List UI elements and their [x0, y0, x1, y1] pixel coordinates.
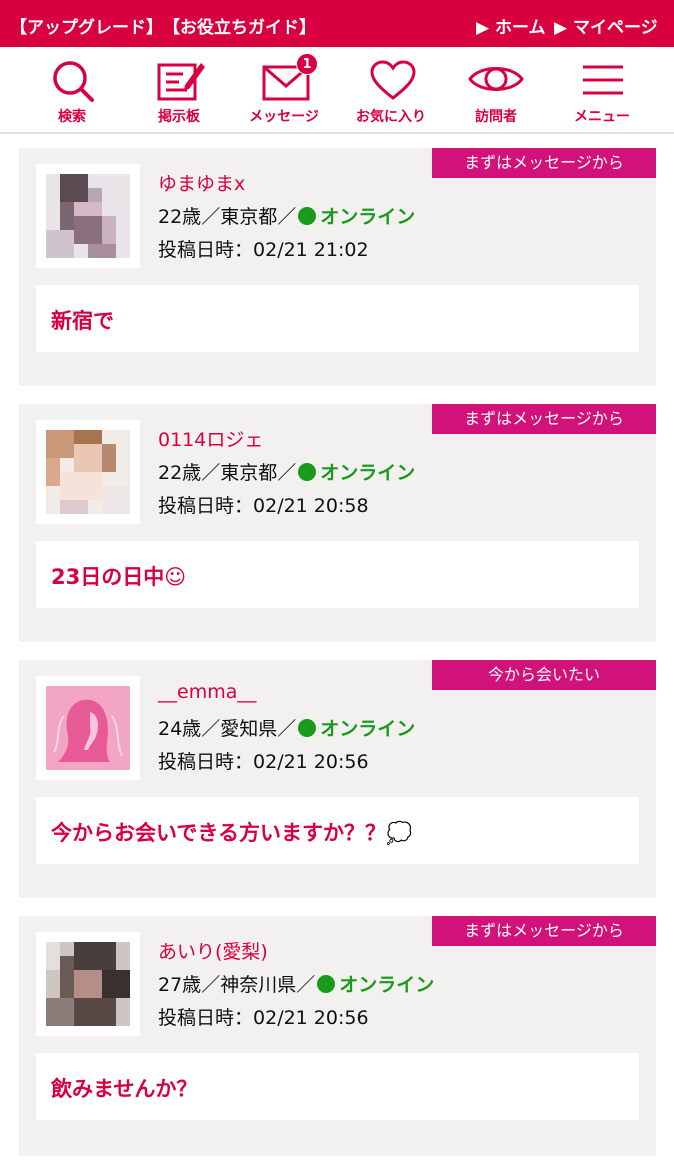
- age: 22歳: [158, 206, 202, 228]
- online-status: オンライン: [320, 206, 416, 228]
- profile-info: 22歳／東京都／ オンライン: [158, 206, 416, 228]
- icon-navigation: 検索 掲示板 1 メッセージ お気に入り 訪問者 メニュー: [0, 47, 674, 134]
- post-card[interactable]: まずはメッセージから ゆまゆまx 22歳／東京都／ オンライン 投稿日時：02/2…: [19, 148, 656, 386]
- posted-datetime: 投稿日時：02/21 20:56: [158, 747, 369, 774]
- nav-search-label: 検索: [58, 109, 86, 125]
- pixelated-avatar-image: [46, 942, 130, 1026]
- message-box[interactable]: 新宿で: [36, 285, 639, 352]
- avatar[interactable]: [36, 420, 140, 524]
- nav-board[interactable]: 掲示板: [129, 47, 229, 134]
- mypage-link[interactable]: ▶ マイページ: [554, 13, 658, 38]
- nav-visitors-label: 訪問者: [475, 109, 517, 125]
- online-status: オンライン: [339, 974, 435, 996]
- posted-time: 02/21 21:02: [253, 239, 369, 261]
- message-count-badge: 1: [296, 53, 318, 75]
- username-link[interactable]: __emma__: [158, 681, 256, 703]
- area: 神奈川県: [220, 974, 297, 996]
- profile-info: 27歳／神奈川県／ オンライン: [158, 974, 435, 996]
- post-tag: まずはメッセージから: [432, 916, 656, 946]
- nav-favorites[interactable]: お気に入り: [341, 47, 441, 134]
- post-card[interactable]: 今から会いたい __emma__ 24歳／愛知県／ オンライン 投稿日時：02/2…: [19, 660, 656, 898]
- board-edit-icon: [157, 63, 205, 101]
- nav-menu[interactable]: メニュー: [552, 47, 652, 134]
- posted-label: 投稿日時：: [158, 239, 254, 261]
- guide-link[interactable]: 【お役立ちガイド】: [163, 13, 316, 38]
- post-tag: まずはメッセージから: [432, 404, 656, 434]
- post-message: 新宿で: [51, 309, 114, 333]
- area: 愛知県: [220, 718, 278, 740]
- online-status: オンライン: [320, 462, 416, 484]
- message-box[interactable]: 今からお会いできる方いますか？？💭: [36, 797, 639, 864]
- nav-search[interactable]: 検索: [22, 47, 122, 134]
- post-message: 飲みませんか？: [51, 1077, 198, 1101]
- area: 東京都: [220, 206, 278, 228]
- message-box[interactable]: 飲みませんか？: [36, 1053, 639, 1120]
- posted-time: 02/21 20:58: [253, 495, 369, 517]
- avatar[interactable]: [36, 164, 140, 268]
- online-dot-icon: [298, 207, 317, 225]
- heart-icon: [370, 60, 416, 100]
- post-card[interactable]: まずはメッセージから 0114ロジェ 22歳／東京都／ オンライン 投稿日時：02…: [19, 404, 656, 642]
- age: 22歳: [158, 462, 202, 484]
- search-icon: [53, 61, 94, 102]
- posted-label: 投稿日時：: [158, 1007, 254, 1029]
- username-link[interactable]: あいり(愛梨): [158, 937, 268, 964]
- hamburger-menu-icon: [583, 65, 623, 95]
- avatar[interactable]: [36, 676, 140, 780]
- posted-label: 投稿日時：: [158, 495, 254, 517]
- home-link[interactable]: ▶ ホーム: [476, 13, 545, 38]
- pixelated-avatar-image: [46, 430, 130, 514]
- posted-datetime: 投稿日時：02/21 20:58: [158, 491, 369, 518]
- username-link[interactable]: ゆまゆまx: [158, 169, 245, 196]
- pixelated-avatar-image: [46, 174, 130, 258]
- profile-info: 24歳／愛知県／ オンライン: [158, 718, 416, 740]
- nav-favorites-label: お気に入り: [356, 109, 426, 125]
- message-box[interactable]: 23日の日中☺: [36, 541, 639, 608]
- default-female-avatar-icon: [46, 686, 130, 770]
- nav-message[interactable]: 1 メッセージ: [234, 47, 334, 134]
- post-tag: 今から会いたい: [432, 660, 656, 690]
- posted-datetime: 投稿日時：02/21 21:02: [158, 235, 369, 262]
- profile-info: 22歳／東京都／ オンライン: [158, 462, 416, 484]
- nav-visitors[interactable]: 訪問者: [446, 47, 546, 134]
- nav-board-label: 掲示板: [158, 109, 200, 125]
- posted-time: 02/21 20:56: [253, 751, 369, 773]
- online-dot-icon: [317, 975, 336, 993]
- area: 東京都: [220, 462, 278, 484]
- online-status: オンライン: [320, 718, 416, 740]
- posted-label: 投稿日時：: [158, 751, 254, 773]
- online-dot-icon: [298, 719, 317, 737]
- posted-datetime: 投稿日時：02/21 20:56: [158, 1003, 369, 1030]
- post-card[interactable]: まずはメッセージから あいり(愛梨) 27歳／神奈川県／ オンライン 投稿日時：0…: [19, 916, 656, 1156]
- post-message: 今からお会いできる方いますか？？💭: [51, 821, 413, 845]
- avatar[interactable]: [36, 932, 140, 1036]
- top-bar: 【アップグレード】 【お役立ちガイド】 ▶ ホーム ▶ マイページ: [0, 0, 674, 47]
- post-message: 23日の日中☺: [51, 565, 187, 589]
- age: 24歳: [158, 718, 202, 740]
- age: 27歳: [158, 974, 202, 996]
- upgrade-link[interactable]: 【アップグレード】: [10, 13, 163, 38]
- eye-icon: [468, 67, 524, 91]
- posted-time: 02/21 20:56: [253, 1007, 369, 1029]
- online-dot-icon: [298, 463, 317, 481]
- username-link[interactable]: 0114ロジェ: [158, 425, 263, 452]
- post-tag: まずはメッセージから: [432, 148, 656, 178]
- nav-menu-label: メニュー: [574, 109, 630, 125]
- nav-message-label: メッセージ: [249, 109, 319, 125]
